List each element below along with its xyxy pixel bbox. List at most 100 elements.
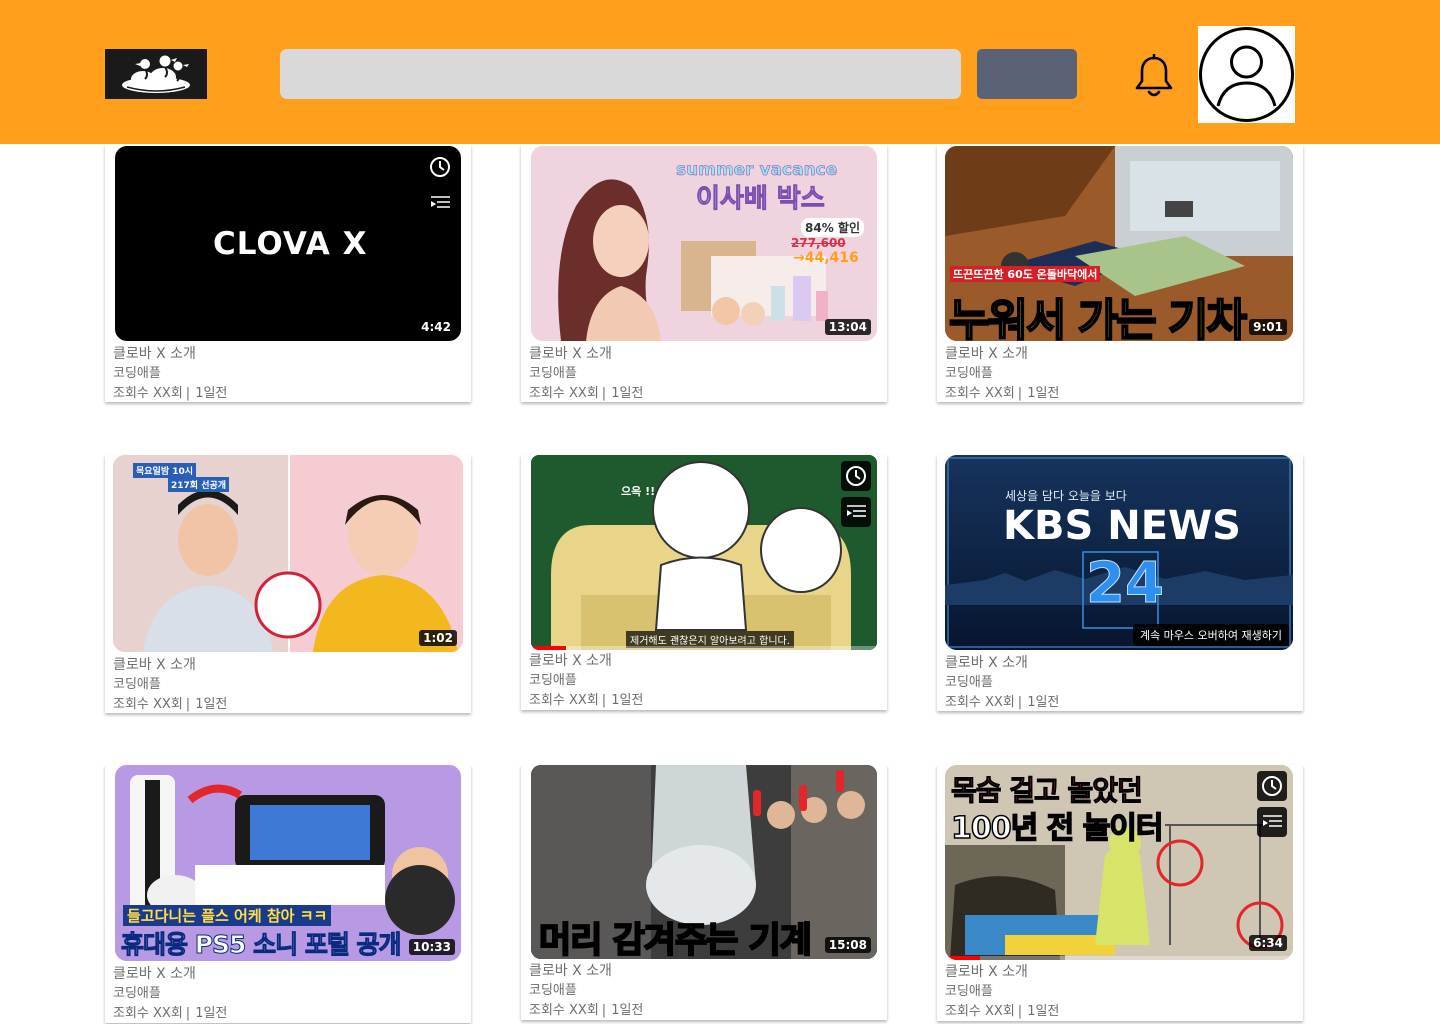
- thumbnail-text: KBS NEWS: [1003, 503, 1241, 549]
- channel-name[interactable]: 코딩애플: [529, 981, 643, 1001]
- video-title[interactable]: 클로바 X 소개: [529, 961, 643, 981]
- channel-name[interactable]: 코딩애플: [529, 364, 643, 384]
- view-count: 조회수 XX회: [113, 1006, 183, 1021]
- search-input[interactable]: [280, 49, 961, 99]
- video-meta: 클로바 X 소개 코딩애플 조회수 XX회 | 1일전: [529, 651, 643, 710]
- video-meta: 클로바 X 소개 코딩애플 조회수 XX회 | 1일전: [945, 344, 1059, 403]
- channel-name[interactable]: 코딩애플: [529, 671, 643, 691]
- stats-divider: |: [601, 1003, 607, 1018]
- notifications-button[interactable]: [1131, 52, 1177, 102]
- stats-divider: |: [185, 386, 191, 401]
- thumbnail-text: 217회 선공개: [168, 477, 230, 492]
- video-card[interactable]: 으윽 !! 제거해도 괜찮은지 알아보려고 합니다. 클로바 X 소개 코딩애플…: [521, 455, 887, 710]
- duck-logo-icon: [105, 49, 207, 99]
- channel-name[interactable]: 코딩애플: [945, 982, 1059, 1002]
- add-to-queue-icon: [431, 196, 450, 208]
- video-meta: 클로바 X 소개 코딩애플 조회수 XX회 | 1일전: [945, 962, 1059, 1021]
- add-to-queue-button[interactable]: [425, 188, 455, 218]
- video-card[interactable]: 세상을 담다 오늘을 보다 KBS NEWS 24 계속 마우스 오버하여 재생…: [937, 455, 1303, 711]
- watch-later-button[interactable]: [841, 461, 871, 491]
- thumbnail-text: →44,416: [793, 250, 859, 266]
- video-stats: 조회수 XX회 | 1일전: [945, 384, 1059, 403]
- video-thumbnail[interactable]: 으윽 !! 제거해도 괜찮은지 알아보려고 합니다.: [531, 455, 877, 650]
- video-meta: 클로바 X 소개 코딩애플 조회수 XX회 | 1일전: [113, 655, 227, 714]
- thumbnail-text: 으윽 !!: [621, 485, 656, 498]
- user-avatar-button[interactable]: [1198, 26, 1295, 123]
- search-button[interactable]: [977, 49, 1077, 99]
- video-thumbnail[interactable]: 목요일밤 10시 217회 선공개 1:02: [113, 455, 463, 652]
- video-stats: 조회수 XX회 | 1일전: [945, 693, 1059, 712]
- video-card[interactable]: CLOVA X 4:42 클로바 X 소개 코딩애플 조회수 XX회 | 1일전: [105, 144, 471, 402]
- video-title[interactable]: 클로바 X 소개: [945, 344, 1059, 364]
- upload-age: 1일전: [1027, 386, 1060, 401]
- watch-later-icon: [430, 157, 450, 177]
- video-stats: 조회수 XX회 | 1일전: [529, 1001, 643, 1020]
- upload-age: 1일전: [1027, 695, 1060, 710]
- view-count: 조회수 XX회: [529, 693, 599, 708]
- thumbnail-text: 24: [1086, 551, 1165, 617]
- video-card[interactable]: 목요일밤 10시 217회 선공개 1:02 클로바 X 소개 코딩애플 조회수…: [105, 455, 471, 713]
- video-meta: 클로바 X 소개 코딩애플 조회수 XX회 | 1일전: [113, 344, 227, 403]
- thumbnail-text: 뜨끈뜨끈한 60도 온돌바닥에서: [950, 266, 1101, 282]
- video-duration: 15:08: [824, 937, 871, 953]
- stats-divider: |: [1017, 695, 1023, 710]
- video-duration: 1:02: [419, 630, 457, 646]
- add-to-queue-icon: [847, 505, 866, 517]
- video-card[interactable]: 머리 감겨주는 기계 15:08 클로바 X 소개 코딩애플 조회수 XX회 | 1…: [521, 765, 887, 1020]
- thumbnail-text: 277,600: [791, 236, 846, 250]
- video-title[interactable]: 클로바 X 소개: [113, 344, 227, 364]
- view-count: 조회수 XX회: [529, 386, 599, 401]
- video-thumbnail[interactable]: 세상을 담다 오늘을 보다 KBS NEWS 24 계속 마우스 오버하여 재생…: [945, 455, 1293, 650]
- upload-age: 1일전: [1027, 1004, 1060, 1019]
- video-stats: 조회수 XX회 | 1일전: [529, 384, 643, 403]
- thumbnail-text: 들고다니는 플스 어케 참아 ㅋㅋ: [123, 905, 332, 926]
- video-thumbnail[interactable]: 들고다니는 플스 어케 참아 ㅋㅋ 휴대용 PS5 소니 포털 공개 10:33: [115, 765, 461, 961]
- hover-play-tooltip: 계속 마우스 오버하여 재생하기: [1132, 624, 1289, 646]
- site-logo[interactable]: [105, 49, 207, 99]
- stats-divider: |: [601, 386, 607, 401]
- channel-name[interactable]: 코딩애플: [113, 675, 227, 695]
- video-thumbnail[interactable]: 목숨 걸고 놀았던 100년 전 놀이터 6:34: [945, 765, 1293, 960]
- video-duration: 13:04: [824, 319, 871, 335]
- bell-icon: [1135, 54, 1173, 97]
- top-header: [0, 0, 1440, 144]
- channel-name[interactable]: 코딩애플: [945, 673, 1059, 693]
- view-count: 조회수 XX회: [945, 1004, 1015, 1019]
- video-meta: 클로바 X 소개 코딩애플 조회수 XX회 | 1일전: [945, 653, 1059, 712]
- video-card[interactable]: 목숨 걸고 놀았던 100년 전 놀이터 6:34 클로바 X 소개 코딩애플 …: [937, 765, 1303, 1021]
- video-stats: 조회수 XX회 | 1일전: [113, 384, 227, 403]
- upload-age: 1일전: [611, 693, 644, 708]
- add-to-queue-button[interactable]: [1257, 807, 1287, 837]
- video-thumbnail[interactable]: CLOVA X 4:42: [115, 146, 461, 341]
- video-title[interactable]: 클로바 X 소개: [529, 344, 643, 364]
- thumbnail-image: [113, 455, 463, 652]
- watch-later-button[interactable]: [425, 152, 455, 182]
- channel-name[interactable]: 코딩애플: [113, 364, 227, 384]
- watch-later-icon: [846, 466, 866, 486]
- view-count: 조회수 XX회: [113, 697, 183, 712]
- thumbnail-text: 머리 감겨주는 기계: [538, 920, 813, 959]
- video-title[interactable]: 클로바 X 소개: [113, 964, 227, 984]
- thumbnail-text: 누워서 가는 기차: [948, 294, 1248, 341]
- video-title[interactable]: 클로바 X 소개: [945, 653, 1059, 673]
- stats-divider: |: [1017, 386, 1023, 401]
- video-duration: 4:42: [417, 319, 455, 335]
- add-to-queue-button[interactable]: [841, 497, 871, 527]
- video-title[interactable]: 클로바 X 소개: [529, 651, 643, 671]
- video-card[interactable]: 뜨끈뜨끈한 60도 온돌바닥에서 누워서 가는 기차 9:01 클로바 X 소개…: [937, 144, 1303, 402]
- channel-name[interactable]: 코딩애플: [945, 364, 1059, 384]
- video-title[interactable]: 클로바 X 소개: [113, 655, 227, 675]
- video-card[interactable]: 들고다니는 플스 어케 참아 ㅋㅋ 휴대용 PS5 소니 포털 공개 10:33…: [105, 765, 471, 1023]
- stats-divider: |: [185, 697, 191, 712]
- thumbnail-text: 휴대용 PS5 소니 포털 공개: [121, 930, 403, 960]
- video-title[interactable]: 클로바 X 소개: [945, 962, 1059, 982]
- video-thumbnail[interactable]: 머리 감겨주는 기계 15:08: [531, 765, 877, 959]
- watch-later-button[interactable]: [1257, 771, 1287, 801]
- video-thumbnail[interactable]: summer vacance 이사배 박스 84% 할인 277,600 →44…: [531, 146, 877, 341]
- video-thumbnail[interactable]: 뜨끈뜨끈한 60도 온돌바닥에서 누워서 가는 기차 9:01: [945, 146, 1293, 341]
- channel-name[interactable]: 코딩애플: [113, 984, 227, 1004]
- video-card[interactable]: summer vacance 이사배 박스 84% 할인 277,600 →44…: [521, 144, 887, 402]
- view-count: 조회수 XX회: [945, 695, 1015, 710]
- video-stats: 조회수 XX회 | 1일전: [113, 1004, 227, 1023]
- upload-age: 1일전: [195, 386, 228, 401]
